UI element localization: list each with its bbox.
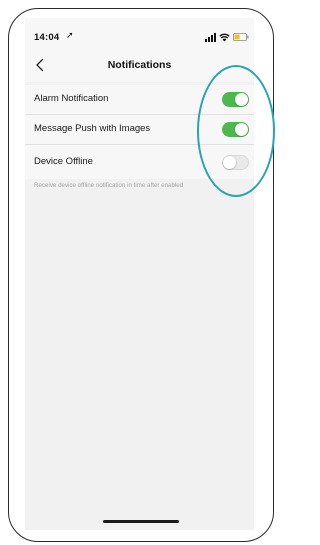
status-bar: 14:04 ➚ xyxy=(25,18,254,48)
signal-icon xyxy=(205,33,216,42)
device-offline-hint: Receive device offline notification in t… xyxy=(34,182,184,189)
setting-label: Message Push with Images xyxy=(34,123,151,134)
setting-label: Device Offline xyxy=(34,156,93,167)
status-time: 14:04 xyxy=(34,32,60,43)
page-title: Notifications xyxy=(107,59,172,71)
location-arrow-icon: ➚ xyxy=(66,30,74,40)
wifi-icon xyxy=(219,33,230,42)
highlight-annotation-ellipse xyxy=(197,65,275,197)
battery-icon xyxy=(233,33,249,41)
setting-label: Alarm Notification xyxy=(34,93,109,104)
home-indicator[interactable] xyxy=(103,520,179,523)
